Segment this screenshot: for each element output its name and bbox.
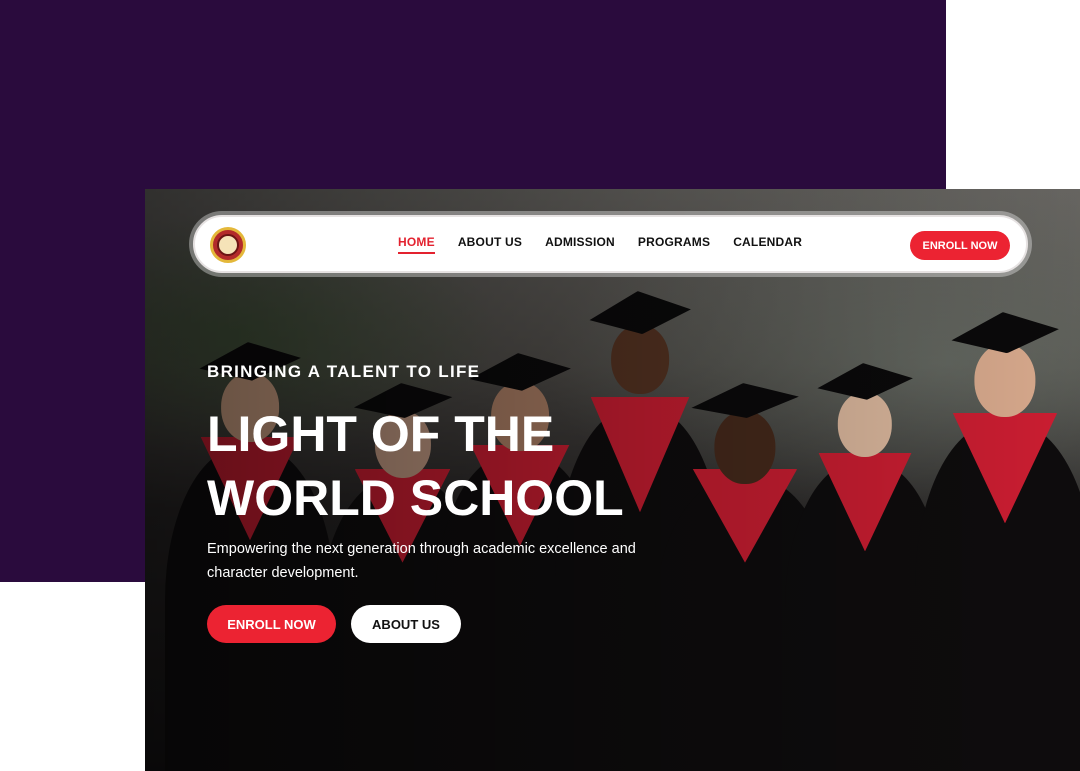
hero-title-line-2: WORLD SCHOOL xyxy=(207,470,624,526)
school-crest-icon[interactable] xyxy=(210,227,246,263)
main-navbar: HOME ABOUT US ADMISSION PROGRAMS CALENDA… xyxy=(193,215,1028,273)
nav-item-home[interactable]: HOME xyxy=(398,235,435,254)
nav-item-about-us[interactable]: ABOUT US xyxy=(458,235,522,254)
about-us-button[interactable]: ABOUT US xyxy=(351,605,461,643)
hero-tagline: BRINGING A TALENT TO LIFE xyxy=(207,362,481,381)
nav-menu: HOME ABOUT US ADMISSION PROGRAMS CALENDA… xyxy=(398,217,802,271)
hero-subtitle: Empowering the next generation through a… xyxy=(207,541,636,581)
nav-item-admission[interactable]: ADMISSION xyxy=(545,235,615,254)
hero-title: LIGHT OF THE WORLD SCHOOL xyxy=(207,402,667,530)
hero-title-line-1: LIGHT OF THE xyxy=(207,406,555,462)
nav-enroll-button[interactable]: ENROLL NOW xyxy=(910,231,1010,260)
enroll-now-button[interactable]: ENROLL NOW xyxy=(207,605,336,643)
nav-item-calendar[interactable]: CALENDAR xyxy=(733,235,802,254)
nav-item-programs[interactable]: PROGRAMS xyxy=(638,235,710,254)
